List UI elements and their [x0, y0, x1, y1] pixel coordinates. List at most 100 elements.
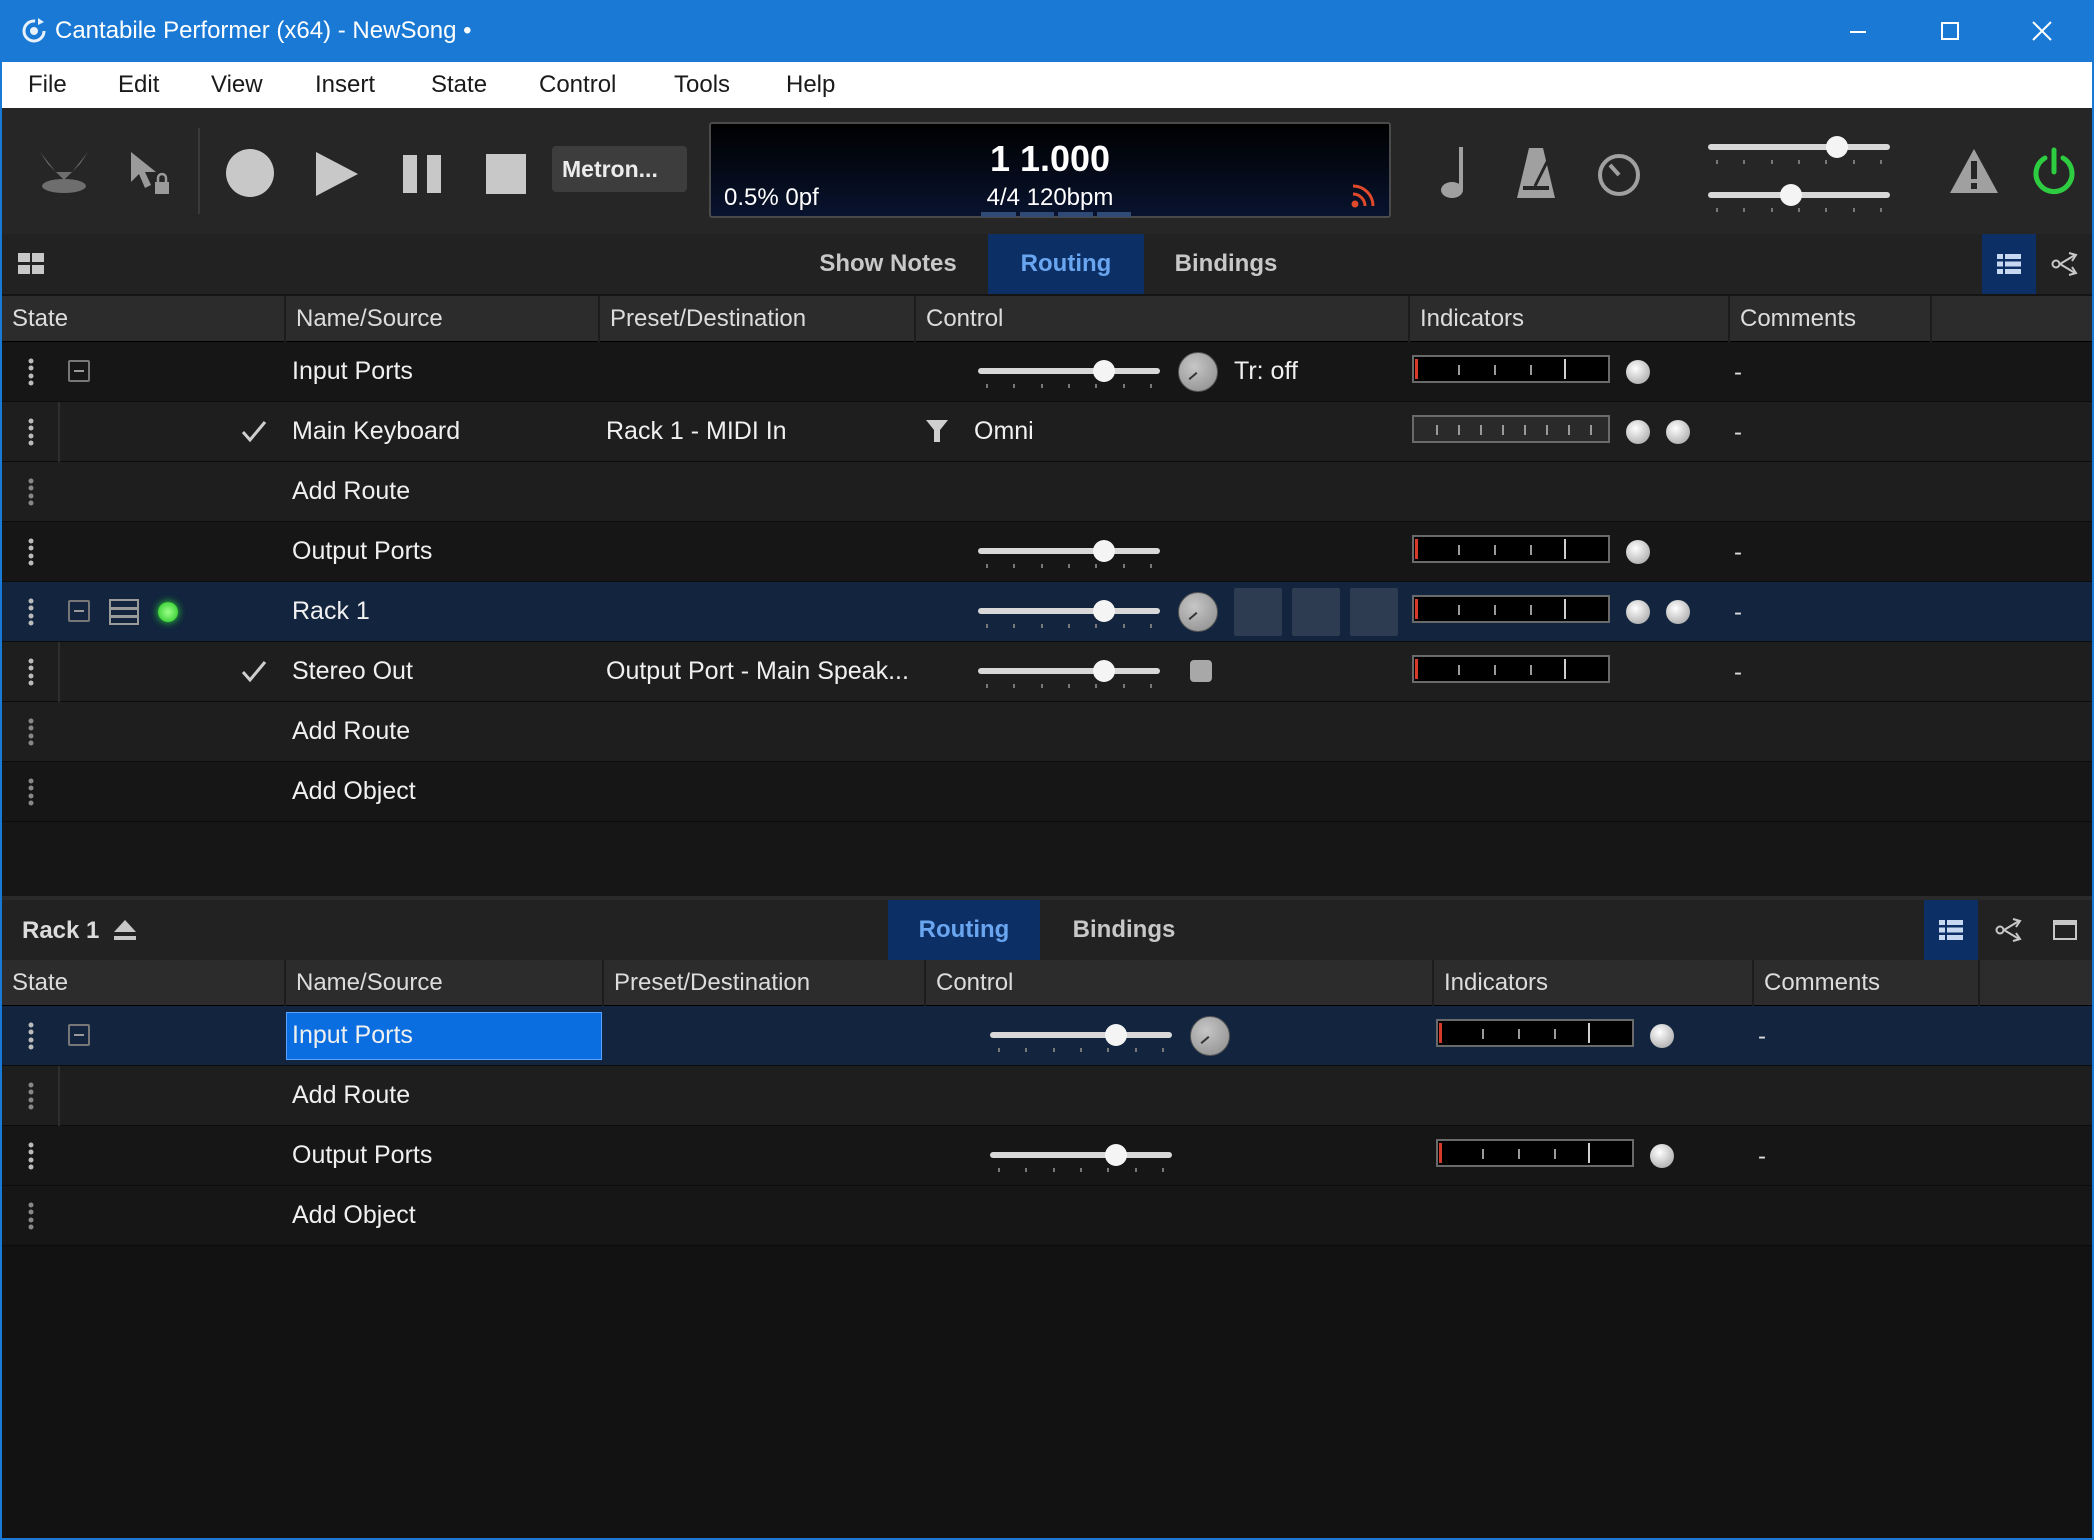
master-level-slider[interactable] — [1708, 176, 1890, 216]
midi-filter-icon[interactable] — [924, 418, 950, 444]
row-name[interactable]: Rack 1 — [292, 597, 370, 626]
row-comment[interactable]: - — [1734, 419, 1742, 447]
panel-menu-button[interactable] — [4, 234, 58, 294]
table-row-add-route[interactable]: Add Route — [2, 702, 2092, 762]
row-comment[interactable]: - — [1734, 359, 1742, 387]
drag-handle-icon[interactable] — [26, 418, 36, 446]
drag-handle-icon[interactable] — [26, 358, 36, 386]
engine-power-button[interactable] — [2026, 144, 2082, 200]
slider-thumb[interactable] — [1093, 600, 1116, 622]
table-row-add-object[interactable]: Add Object — [2, 762, 2092, 822]
row-name[interactable]: Input Ports — [292, 357, 413, 386]
live-mode-button[interactable] — [34, 144, 94, 198]
drag-handle-icon[interactable] — [26, 1202, 36, 1230]
column-control[interactable]: Control — [926, 960, 1434, 1006]
eject-icon[interactable] — [112, 918, 138, 942]
add-object-button[interactable]: Add Object — [292, 777, 416, 806]
table-row-output-ports[interactable]: Output Ports - — [2, 1126, 2092, 1186]
row-name[interactable]: Stereo Out — [292, 657, 413, 686]
collapse-icon[interactable] — [68, 360, 90, 382]
maximize-button[interactable] — [1904, 0, 1996, 62]
slider-thumb[interactable] — [1093, 540, 1116, 562]
drag-handle-icon[interactable] — [26, 1022, 36, 1050]
slider-thumb[interactable] — [1780, 184, 1802, 206]
record-button[interactable] — [222, 145, 278, 201]
gain-slider[interactable] — [978, 592, 1160, 632]
row-comment[interactable]: - — [1758, 1143, 1766, 1171]
row-destination[interactable]: Output Port - Main Speak... — [606, 657, 909, 686]
add-route-button[interactable]: Add Route — [292, 1081, 410, 1110]
mute-toggle[interactable] — [1190, 660, 1212, 682]
menu-help[interactable]: Help — [786, 71, 835, 99]
menu-view[interactable]: View — [211, 71, 263, 99]
drag-handle-icon[interactable] — [26, 718, 36, 746]
menu-control[interactable]: Control — [539, 71, 616, 99]
gain-slider[interactable] — [978, 532, 1160, 572]
drag-handle-icon[interactable] — [26, 478, 36, 506]
diagram-view-button[interactable] — [1982, 900, 2036, 960]
stop-button[interactable] — [484, 152, 528, 196]
menu-insert[interactable]: Insert — [315, 71, 375, 99]
rack-slot-button-1[interactable] — [1234, 588, 1282, 636]
slider-thumb[interactable] — [1093, 660, 1116, 682]
table-row-output-ports[interactable]: Output Ports - — [2, 522, 2092, 582]
list-view-button[interactable] — [1982, 234, 2036, 294]
table-row-add-route[interactable]: Add Route — [2, 1066, 2092, 1126]
play-button[interactable] — [310, 148, 362, 200]
enabled-check-icon[interactable] — [240, 658, 268, 684]
add-route-button[interactable]: Add Route — [292, 477, 410, 506]
timer-button[interactable] — [1594, 148, 1644, 198]
table-row-input-ports[interactable]: Input Ports - — [2, 1006, 2092, 1066]
row-name[interactable]: Output Ports — [292, 1141, 432, 1170]
enabled-check-icon[interactable] — [240, 418, 268, 444]
lock-selection-button[interactable] — [120, 146, 180, 200]
collapse-icon[interactable] — [68, 1024, 90, 1046]
table-row-add-object[interactable]: Add Object — [2, 1186, 2092, 1246]
column-preset-destination[interactable]: Preset/Destination — [604, 960, 926, 1006]
rack-icon[interactable] — [108, 598, 140, 626]
gain-slider[interactable] — [978, 352, 1160, 392]
row-comment[interactable]: - — [1758, 1023, 1766, 1051]
drag-handle-icon[interactable] — [26, 1082, 36, 1110]
row-name[interactable]: Output Ports — [292, 537, 432, 566]
transpose-knob[interactable] — [1178, 352, 1218, 392]
column-comments[interactable]: Comments — [1730, 296, 1932, 342]
tab-bindings[interactable]: Bindings — [1048, 900, 1200, 960]
slider-thumb[interactable] — [1826, 136, 1849, 158]
menu-file[interactable]: File — [28, 71, 67, 99]
gain-slider[interactable] — [990, 1136, 1172, 1176]
menu-state[interactable]: State — [431, 71, 487, 99]
slider-thumb[interactable] — [1105, 1144, 1128, 1166]
column-state[interactable]: State — [2, 960, 286, 1006]
drag-handle-icon[interactable] — [26, 598, 36, 626]
add-object-button[interactable]: Add Object — [292, 1201, 416, 1230]
rack-slot-button-3[interactable] — [1350, 588, 1398, 636]
slider-thumb[interactable] — [1093, 360, 1116, 382]
rack-slot-button-2[interactable] — [1292, 588, 1340, 636]
gain-slider[interactable] — [978, 652, 1160, 692]
transport-display[interactable]: 1 1.000 0.5% 0pf 4/4 120bpm — [709, 122, 1391, 218]
row-comment[interactable]: - — [1734, 539, 1742, 567]
drag-handle-icon[interactable] — [26, 538, 36, 566]
master-gain-slider[interactable] — [1708, 128, 1890, 168]
column-name-source[interactable]: Name/Source — [286, 296, 600, 342]
column-control[interactable]: Control — [916, 296, 1410, 342]
menu-edit[interactable]: Edit — [118, 71, 159, 99]
row-comment[interactable]: - — [1734, 659, 1742, 687]
pan-knob[interactable] — [1178, 592, 1218, 632]
pause-button[interactable] — [400, 152, 444, 196]
drag-handle-icon[interactable] — [26, 1142, 36, 1170]
table-row-stereo-out[interactable]: Stereo Out Output Port - Main Speak... - — [2, 642, 2092, 762]
metronome-toggle-button[interactable] — [1514, 144, 1558, 202]
column-indicators[interactable]: Indicators — [1434, 960, 1754, 1006]
metronome-button[interactable]: Metron... — [552, 146, 687, 192]
table-row-add-route[interactable]: Add Route — [2, 462, 2092, 522]
table-row-rack-1[interactable]: Rack 1 - — [2, 582, 2092, 642]
drag-handle-icon[interactable] — [26, 658, 36, 686]
collapse-icon[interactable] — [68, 600, 90, 622]
tab-show-notes[interactable]: Show Notes — [802, 234, 974, 294]
drag-handle-icon[interactable] — [26, 778, 36, 806]
column-preset-destination[interactable]: Preset/Destination — [600, 296, 916, 342]
column-comments[interactable]: Comments — [1754, 960, 1980, 1006]
row-name[interactable]: Input Ports — [292, 1021, 413, 1050]
